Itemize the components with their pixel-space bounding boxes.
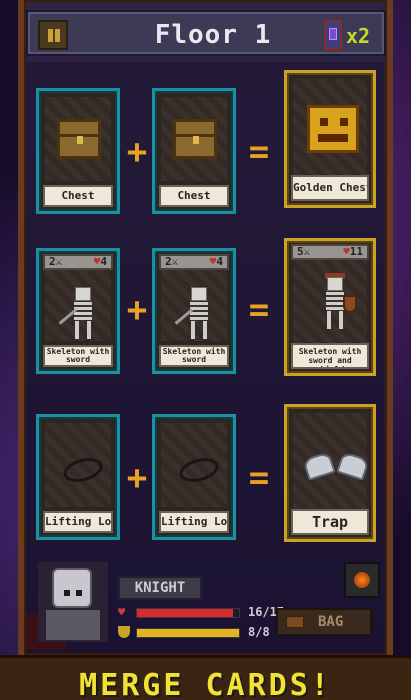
card-label: Skeleton with sword bbox=[43, 345, 113, 367]
knight-helmet-icon bbox=[52, 568, 92, 608]
health-bar-fill bbox=[137, 609, 233, 617]
skull-shape bbox=[75, 287, 91, 301]
legs-shape bbox=[191, 321, 195, 339]
attack-number: 2 bbox=[49, 255, 56, 268]
merge-recipes-panel: Chest + Chest = Golden Chest 2⚔ ♥4 Skele… bbox=[26, 62, 384, 552]
skeleton-icon bbox=[58, 287, 101, 343]
shield-icon bbox=[343, 295, 357, 313]
health-number: 11 bbox=[349, 245, 363, 258]
plus-operator: + bbox=[126, 132, 148, 172]
fire-ability-button[interactable] bbox=[344, 562, 380, 598]
key-count: x2 bbox=[346, 24, 371, 48]
card-trap[interactable]: Trap bbox=[284, 404, 376, 542]
game-background: Floor 1 x2 Chest + Chest = Golden Chest bbox=[0, 0, 411, 700]
card-lifting-loop-1[interactable]: Lifting Loop bbox=[36, 414, 120, 540]
attack-value: 2⚔ bbox=[165, 255, 179, 268]
skull-shape bbox=[191, 287, 207, 301]
equals-operator: = bbox=[248, 458, 270, 498]
health-bar bbox=[136, 608, 240, 618]
shield-icon bbox=[118, 626, 130, 638]
attack-value: 5⚔ bbox=[297, 245, 311, 258]
card-label: Skeleton with sword bbox=[159, 345, 229, 367]
card-label: Chest bbox=[159, 185, 229, 207]
card-skeleton-shield[interactable]: 5⚔ ♥11 Skeleton with sword and shield bbox=[284, 238, 376, 376]
legs-shape bbox=[75, 321, 79, 339]
banner-text: MERGE CARDS! bbox=[79, 668, 332, 700]
card-art bbox=[293, 413, 370, 509]
card-stats: 2⚔ ♥4 bbox=[43, 254, 113, 270]
chest-icon bbox=[57, 119, 101, 159]
card-label: Lifting Loop bbox=[159, 511, 229, 533]
card-label: Trap bbox=[291, 509, 369, 535]
plus-operator: + bbox=[126, 290, 148, 330]
hero-status: KNIGHT ♥ 16/17 8/8 BAG bbox=[26, 558, 386, 650]
hero-portrait[interactable] bbox=[38, 562, 108, 642]
skull-shape bbox=[327, 277, 343, 291]
armor-text: 8/8 bbox=[248, 625, 270, 639]
bag-icon bbox=[286, 616, 304, 628]
attack-number: 5 bbox=[297, 245, 304, 258]
trap-jaw-left bbox=[302, 451, 336, 481]
eye-shape bbox=[76, 590, 82, 596]
card-art bbox=[293, 247, 367, 343]
gem-icon bbox=[329, 28, 337, 40]
card-art bbox=[45, 97, 111, 181]
pause-icon-bar bbox=[55, 29, 60, 42]
armor-bar bbox=[136, 628, 240, 638]
health-value: ♥4 bbox=[94, 256, 107, 268]
chest-icon bbox=[173, 119, 217, 159]
legs-shape bbox=[327, 311, 331, 329]
ribs-shape bbox=[326, 292, 344, 310]
bag-label: BAG bbox=[318, 614, 344, 630]
armor-bar-fill bbox=[137, 629, 239, 637]
rope-icon bbox=[60, 454, 106, 486]
card-art bbox=[161, 423, 227, 507]
card-label: Skeleton with sword and shield bbox=[291, 343, 369, 369]
card-art bbox=[45, 423, 111, 507]
floor-title: Floor 1 bbox=[154, 20, 272, 50]
bottom-banner: MERGE CARDS! bbox=[0, 655, 411, 700]
attack-number: 2 bbox=[165, 255, 172, 268]
health-number: 4 bbox=[100, 255, 107, 268]
card-art bbox=[293, 79, 367, 175]
rope-icon bbox=[176, 454, 222, 486]
card-skeleton-2[interactable]: 2⚔ ♥4 Skeleton with sword bbox=[152, 248, 236, 374]
hero-class-label: KNIGHT bbox=[118, 576, 202, 600]
heart-icon: ♥ bbox=[343, 245, 350, 258]
card-label: Golden Chest bbox=[291, 175, 369, 201]
hero-body bbox=[46, 610, 100, 640]
card-chest-1[interactable]: Chest bbox=[36, 88, 120, 214]
key-icon bbox=[324, 20, 342, 50]
plus-operator: + bbox=[126, 458, 148, 498]
skeleton-shield-icon bbox=[317, 273, 357, 333]
health-number: 4 bbox=[216, 255, 223, 268]
health-value: ♥11 bbox=[343, 246, 363, 258]
heart-icon: ♥ bbox=[118, 605, 126, 619]
trap-jaw-right bbox=[336, 451, 370, 481]
eye-shape bbox=[64, 590, 70, 596]
card-label: Chest bbox=[43, 185, 113, 207]
pause-icon bbox=[48, 29, 53, 42]
trap-icon bbox=[302, 449, 370, 483]
skeleton-icon bbox=[174, 287, 217, 343]
card-stats: 5⚔ ♥11 bbox=[291, 244, 369, 260]
card-skeleton-1[interactable]: 2⚔ ♥4 Skeleton with sword bbox=[36, 248, 120, 374]
attack-value: 2⚔ bbox=[49, 255, 63, 268]
card-stats: 2⚔ ♥4 bbox=[159, 254, 229, 270]
card-golden-chest[interactable]: Golden Chest bbox=[284, 70, 376, 208]
bag-button[interactable]: BAG bbox=[276, 608, 372, 636]
golden-chest-icon bbox=[307, 105, 359, 153]
card-lifting-loop-2[interactable]: Lifting Loop bbox=[152, 414, 236, 540]
pause-button[interactable] bbox=[38, 20, 68, 50]
card-label: Lifting Loop bbox=[43, 511, 113, 533]
card-art bbox=[161, 97, 227, 181]
equals-operator: = bbox=[248, 132, 270, 172]
card-chest-2[interactable]: Chest bbox=[152, 88, 236, 214]
health-value: ♥4 bbox=[210, 256, 223, 268]
equals-operator: = bbox=[248, 290, 270, 330]
top-bar: Floor 1 x2 bbox=[26, 10, 386, 56]
